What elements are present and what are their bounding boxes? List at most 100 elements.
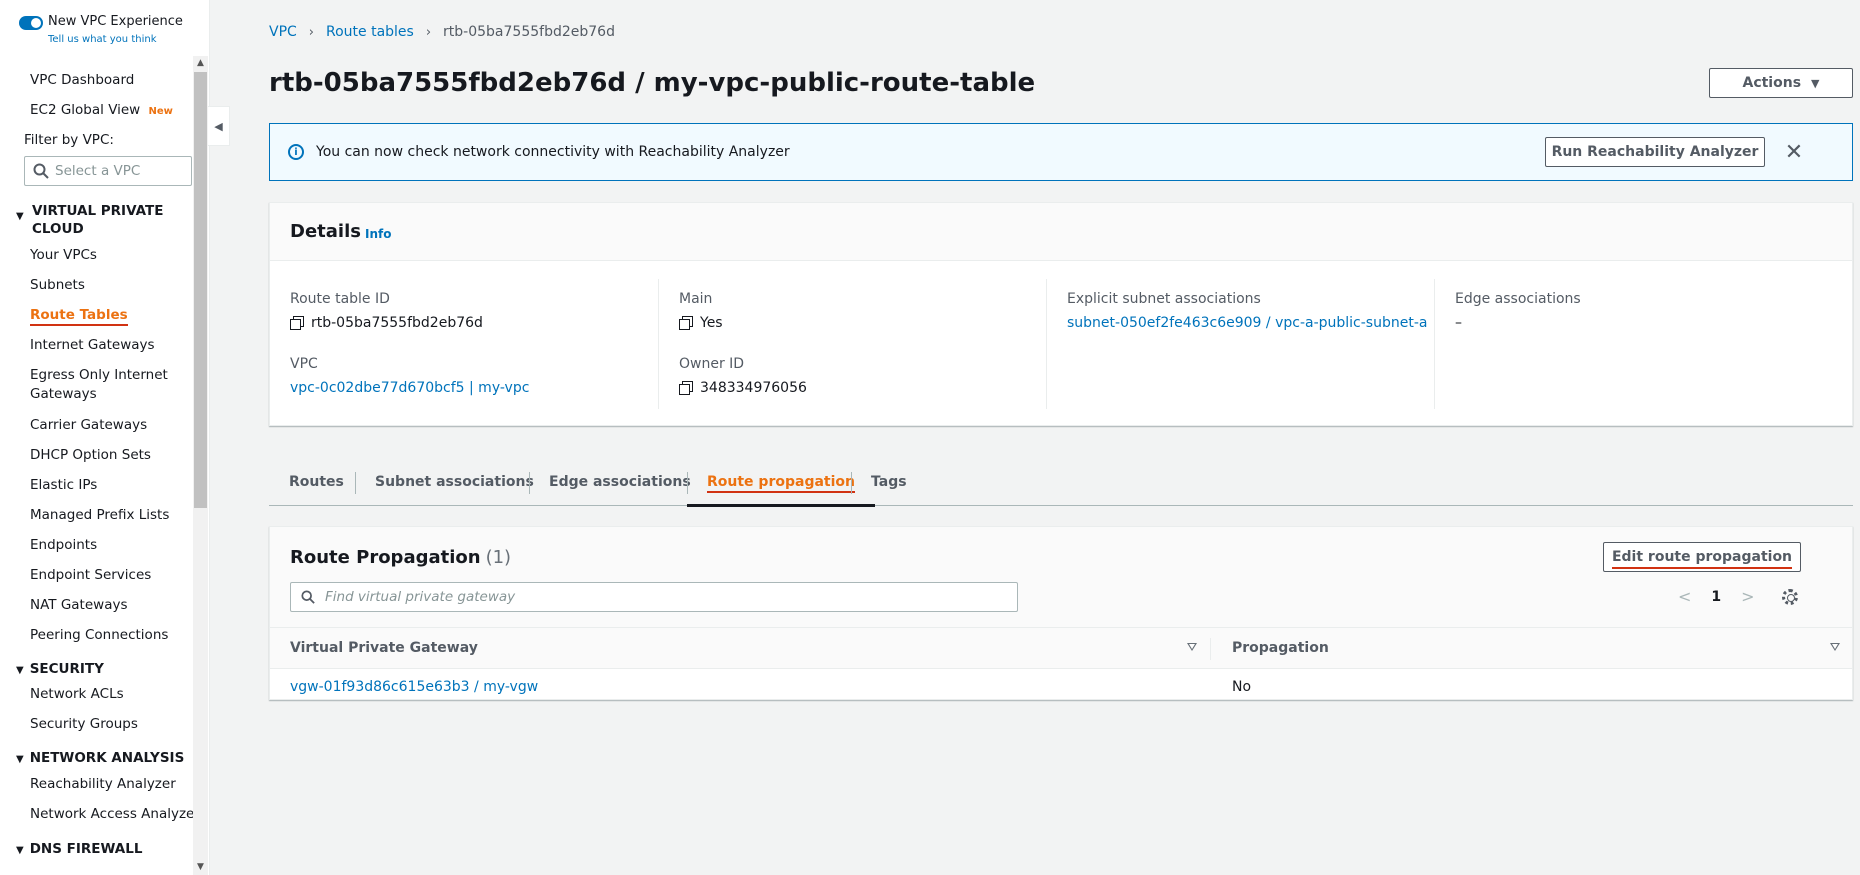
section-title: DNS FIREWALL <box>29 841 143 857</box>
route-propagation-panel: Route Propagation (1) Edit route propagat… <box>269 526 1853 700</box>
search-placeholder: Find virtual private gateway <box>325 589 516 605</box>
sidebar-item-elastic-ips[interactable]: Elastic IPs <box>30 477 97 493</box>
route-propagation-header: Route Propagation (1) Edit route propagat… <box>270 527 1852 627</box>
section-title: VIRTUAL PRIVATE CLOUD <box>32 202 163 238</box>
actions-label: Actions <box>1742 75 1802 91</box>
alert-message: You can now check network connectivity w… <box>316 144 790 160</box>
sidebar-item-network-access-analyzer[interactable]: Network Access Analyzer <box>30 806 200 822</box>
collapse-sidebar-button[interactable]: ◀ <box>208 106 230 146</box>
owner-id-value: 348334976056 <box>679 380 807 396</box>
tab-route-propagation[interactable]: Route propagation <box>687 458 875 507</box>
actions-button[interactable]: Actions ▼ <box>1709 68 1853 98</box>
close-icon[interactable]: ✕ <box>1780 138 1808 166</box>
column-propagation[interactable]: Propagation <box>1232 640 1329 656</box>
tab-label: Route propagation <box>707 474 855 493</box>
tab-edge-associations[interactable]: Edge associations <box>529 458 711 506</box>
chevron-right-icon: › <box>425 24 432 40</box>
sidebar-item-security-groups[interactable]: Security Groups <box>30 716 138 732</box>
section-title-line1: VIRTUAL PRIVATE <box>32 203 164 219</box>
sidebar-scrollbar[interactable]: ▲ ▼ <box>193 56 208 875</box>
tab-routes[interactable]: Routes <box>269 458 364 506</box>
details-info-link[interactable]: Info <box>365 227 391 241</box>
tabs: Routes Subnet associations Edge associat… <box>269 458 1853 507</box>
sidebar-item-vpc-dashboard[interactable]: VPC Dashboard <box>30 72 134 88</box>
owner-id-text: 348334976056 <box>700 380 807 396</box>
edit-route-propagation-button[interactable]: Edit route propagation <box>1603 542 1801 572</box>
section-dns-firewall[interactable]: ▼ DNS FIREWALL <box>16 840 142 860</box>
edge-associations-value: – <box>1455 315 1462 331</box>
chevron-left-icon[interactable]: < <box>1678 587 1691 606</box>
page-number[interactable]: 1 <box>1711 589 1721 605</box>
sidebar-item-reachability-analyzer[interactable]: Reachability Analyzer <box>30 776 176 792</box>
section-title: NETWORK ANALYSIS <box>29 750 185 766</box>
vpc-label: VPC <box>290 356 318 372</box>
section-title-line2: CLOUD <box>32 221 84 237</box>
propagation-value: No <box>1232 679 1252 695</box>
find-virtual-private-gateway-input[interactable]: Find virtual private gateway <box>290 582 1018 612</box>
sidebar-item-subnets[interactable]: Subnets <box>30 277 85 293</box>
route-propagation-title: Route Propagation (1) <box>290 547 511 568</box>
sidebar-item-ec2-global-view[interactable]: EC2 Global View New <box>30 102 173 118</box>
copy-icon[interactable] <box>679 316 693 330</box>
sidebar-item-managed-prefix-lists[interactable]: Managed Prefix Lists <box>30 507 169 523</box>
copy-icon[interactable] <box>679 381 693 395</box>
sidebar: New VPC Experience Tell us what you thin… <box>0 0 210 875</box>
sidebar-item-label-line1: Egress Only Internet <box>30 367 168 383</box>
breadcrumb-route-tables[interactable]: Route tables <box>326 24 414 40</box>
sidebar-item-nat-gateways[interactable]: NAT Gateways <box>30 597 128 613</box>
sort-icon[interactable] <box>1187 643 1197 651</box>
sort-icon[interactable] <box>1830 643 1840 651</box>
pagination: < 1 > <box>1678 587 1755 606</box>
chevron-right-icon: › <box>308 24 314 40</box>
new-vpc-experience-label: New VPC Experience <box>48 14 183 29</box>
caret-down-icon: ▼ <box>1811 76 1820 90</box>
reachability-alert: i You can now check network connectivity… <box>269 123 1853 181</box>
explicit-subnet-link[interactable]: subnet-050ef2fe463c6e909 / vpc-a-public-… <box>1067 315 1427 331</box>
sidebar-item-peering-connections[interactable]: Peering Connections <box>30 627 168 643</box>
tab-subnet-associations[interactable]: Subnet associations <box>355 458 554 506</box>
column-divider[interactable] <box>1210 638 1211 660</box>
vpc-link[interactable]: vpc-0c02dbe77d670bcf5 | my-vpc <box>290 380 529 396</box>
details-title: Details <box>290 221 361 242</box>
section-virtual-private-cloud[interactable]: ▼ VIRTUAL PRIVATE CLOUD <box>16 202 163 238</box>
run-reachability-analyzer-button[interactable]: Run Reachability Analyzer <box>1545 137 1765 167</box>
tell-us-link[interactable]: Tell us what you think <box>48 34 157 45</box>
section-security[interactable]: ▼ SECURITY <box>16 660 104 680</box>
gear-icon[interactable] <box>1782 589 1798 605</box>
section-network-analysis[interactable]: ▼ NETWORK ANALYSIS <box>16 749 184 769</box>
filter-vpc-select[interactable]: Select a VPC <box>24 156 192 186</box>
edit-route-propagation-label: Edit route propagation <box>1611 549 1793 569</box>
copy-icon[interactable] <box>290 316 304 330</box>
sidebar-item-egress-only-internet-gateways[interactable]: Egress Only Internet Gateways <box>30 367 168 405</box>
sidebar-item-your-vpcs[interactable]: Your VPCs <box>30 247 97 263</box>
sidebar-item-endpoints[interactable]: Endpoints <box>30 537 97 553</box>
sidebar-item-endpoint-services[interactable]: Endpoint Services <box>30 567 151 583</box>
filter-by-vpc-label: Filter by VPC: <box>24 132 114 148</box>
sidebar-item-carrier-gateways[interactable]: Carrier Gateways <box>30 417 147 433</box>
sidebar-item-label-line2: Gateways <box>30 386 97 402</box>
scrollbar-thumb[interactable] <box>194 72 207 508</box>
scroll-up-icon[interactable]: ▲ <box>195 58 206 69</box>
gateway-link[interactable]: vgw-01f93d86c615e63b3 / my-vgw <box>290 679 538 695</box>
search-icon <box>301 590 315 604</box>
caret-left-icon: ◀ <box>214 119 223 133</box>
details-panel: Details Info Route table ID rtb-05ba7555… <box>269 202 1853 426</box>
sidebar-item-internet-gateways[interactable]: Internet Gateways <box>30 337 155 353</box>
details-col-1: Route table ID rtb-05ba7555fbd2eb76d VPC… <box>290 279 660 409</box>
chevron-right-icon[interactable]: > <box>1741 587 1754 606</box>
breadcrumb-current: rtb-05ba7555fbd2eb76d <box>443 24 615 40</box>
main-value: Yes <box>679 315 723 331</box>
new-vpc-experience-toggle[interactable] <box>19 16 43 30</box>
breadcrumb-vpc[interactable]: VPC <box>269 24 297 40</box>
sidebar-item-route-tables[interactable]: Route Tables <box>30 307 128 326</box>
sidebar-item-dhcp-option-sets[interactable]: DHCP Option Sets <box>30 447 151 463</box>
tab-tags[interactable]: Tags <box>851 458 927 506</box>
sidebar-item-network-acls[interactable]: Network ACLs <box>30 686 124 702</box>
table-header: Virtual Private Gateway Propagation <box>270 627 1852 669</box>
column-virtual-private-gateway[interactable]: Virtual Private Gateway <box>290 640 478 656</box>
scroll-down-icon[interactable]: ▼ <box>195 862 206 873</box>
tab-label: Edge associations <box>549 474 691 490</box>
search-icon <box>33 163 49 179</box>
caret-down-icon: ▼ <box>16 665 24 676</box>
sidebar-item-label: EC2 Global View <box>30 102 141 118</box>
